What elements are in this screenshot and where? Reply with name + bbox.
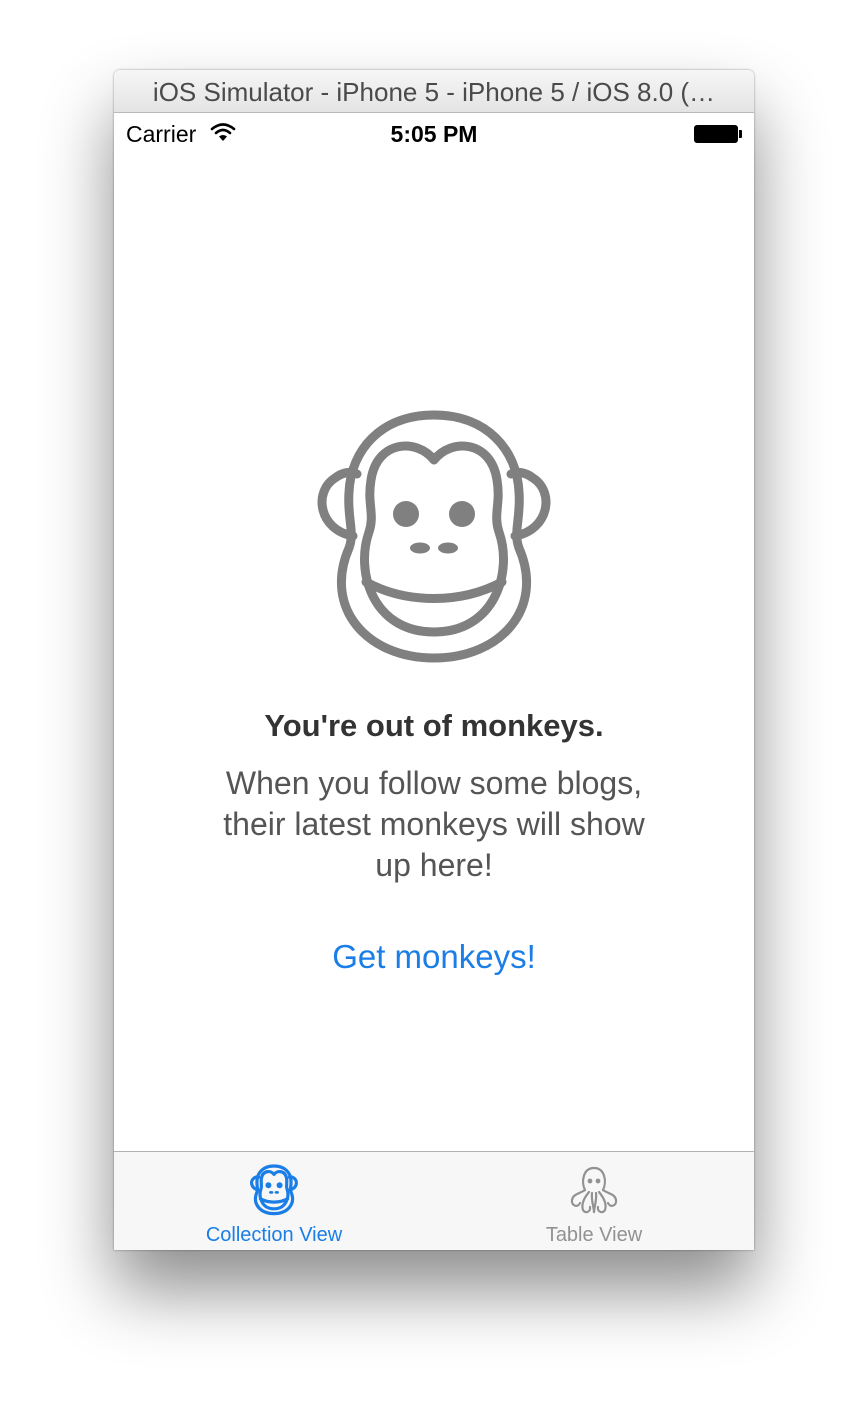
battery-tip (739, 130, 742, 138)
status-time: 5:05 PM (390, 121, 478, 147)
tab-label-table-view: Table View (545, 1224, 643, 1246)
phone-screen: Carrier 5:05 PM You're out of monkeys. W… (114, 113, 754, 1250)
empty-state-message: When you follow some blogs, their latest… (223, 765, 645, 883)
status-bar: Carrier 5:05 PM (114, 113, 754, 153)
window-title: iOS Simulator - iPhone 5 - iPhone 5 / iO… (114, 70, 754, 113)
tab-label-collection-view: Collection View (205, 1224, 343, 1246)
tab-bar: Collection View Table View (114, 1151, 754, 1250)
get-monkeys-button[interactable]: Get monkeys! (284, 938, 584, 976)
battery-icon (694, 125, 738, 143)
monkey-icon (317, 410, 551, 663)
tab-collection-view[interactable]: Collection View (114, 1152, 434, 1250)
octopus-icon (570, 1166, 618, 1214)
empty-state-title: You're out of monkeys. (264, 708, 604, 743)
simulator-window: iOS Simulator - iPhone 5 - iPhone 5 / iO… (114, 70, 754, 1250)
monkey-icon (250, 1164, 298, 1216)
tab-table-view[interactable]: Table View (434, 1152, 754, 1250)
